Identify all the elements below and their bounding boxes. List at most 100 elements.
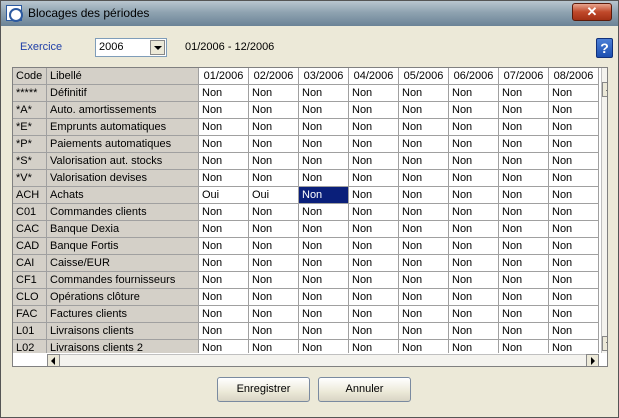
lock-cell[interactable]: Non — [499, 323, 549, 340]
lock-cell[interactable]: Non — [199, 289, 249, 306]
lock-cell[interactable]: Non — [449, 204, 499, 221]
lock-cell[interactable]: Non — [549, 85, 599, 102]
lock-cell[interactable]: Non — [399, 238, 449, 255]
save-button[interactable]: Enregistrer — [217, 377, 310, 402]
lock-cell[interactable]: Non — [549, 102, 599, 119]
lock-cell[interactable]: Non — [249, 323, 299, 340]
lock-cell[interactable]: Non — [299, 323, 349, 340]
lock-cell[interactable]: Non — [399, 221, 449, 238]
lock-cell[interactable]: Non — [349, 255, 399, 272]
lock-cell[interactable]: Non — [449, 272, 499, 289]
lock-cell[interactable]: Non — [399, 119, 449, 136]
lock-cell[interactable]: Non — [199, 306, 249, 323]
lock-cell[interactable]: Non — [499, 221, 549, 238]
lock-cell[interactable]: Non — [399, 85, 449, 102]
vertical-scrollbar[interactable] — [601, 68, 607, 353]
scroll-left-icon[interactable] — [47, 354, 60, 366]
close-button[interactable]: ✕ — [572, 3, 612, 21]
lock-cell[interactable]: Non — [449, 102, 499, 119]
lock-cell[interactable]: Non — [399, 204, 449, 221]
lock-cell[interactable]: Non — [249, 85, 299, 102]
lock-cell[interactable]: Non — [249, 255, 299, 272]
help-icon[interactable]: ? — [596, 38, 613, 58]
lock-cell[interactable]: Non — [199, 340, 249, 353]
lock-cell[interactable]: Non — [249, 136, 299, 153]
horizontal-scrollbar[interactable] — [47, 354, 599, 366]
scroll-down-icon[interactable] — [602, 336, 607, 351]
lock-cell[interactable]: Non — [399, 306, 449, 323]
lock-cell[interactable]: Non — [499, 153, 549, 170]
lock-cell[interactable]: Non — [549, 221, 599, 238]
lock-cell[interactable]: Non — [249, 153, 299, 170]
lock-cell[interactable]: Non — [349, 289, 399, 306]
lock-cell[interactable]: Non — [499, 102, 549, 119]
lock-cell[interactable]: Non — [549, 170, 599, 187]
lock-cell[interactable]: Non — [449, 153, 499, 170]
lock-cell[interactable]: Non — [499, 306, 549, 323]
lock-cell[interactable]: Non — [199, 221, 249, 238]
lock-cell[interactable]: Non — [349, 102, 399, 119]
lock-cell[interactable]: Non — [549, 119, 599, 136]
lock-cell[interactable]: Non — [249, 170, 299, 187]
lock-cell[interactable]: Non — [499, 85, 549, 102]
lock-cell[interactable]: Non — [399, 272, 449, 289]
lock-cell[interactable]: Non — [199, 204, 249, 221]
lock-cell[interactable]: Non — [449, 306, 499, 323]
lock-cell[interactable]: Non — [299, 136, 349, 153]
title-bar[interactable]: Blocages des périodes ✕ — [1, 1, 618, 26]
lock-cell[interactable]: Non — [449, 340, 499, 353]
lock-cell[interactable]: Non — [349, 306, 399, 323]
lock-cell[interactable]: Non — [299, 119, 349, 136]
lock-cell[interactable]: Non — [349, 221, 399, 238]
lock-cell[interactable]: Non — [349, 340, 399, 353]
lock-cell[interactable]: Non — [349, 323, 399, 340]
lock-cell[interactable]: Non — [399, 323, 449, 340]
scroll-up-icon[interactable] — [602, 82, 607, 97]
lock-cell[interactable]: Non — [549, 238, 599, 255]
lock-cell[interactable]: Non — [349, 153, 399, 170]
lock-cell[interactable]: Non — [299, 340, 349, 353]
lock-cell[interactable]: Non — [449, 323, 499, 340]
lock-cell[interactable]: Non — [349, 272, 399, 289]
lock-cell[interactable]: Non — [549, 289, 599, 306]
lock-cell[interactable]: Non — [299, 306, 349, 323]
lock-cell[interactable]: Non — [549, 340, 599, 353]
lock-cell[interactable]: Non — [199, 102, 249, 119]
lock-cell[interactable]: Non — [199, 255, 249, 272]
lock-cell[interactable]: Non — [299, 170, 349, 187]
lock-cell[interactable]: Non — [499, 204, 549, 221]
lock-cell[interactable]: Non — [549, 153, 599, 170]
lock-cell[interactable]: Non — [199, 272, 249, 289]
lock-cell[interactable]: Non — [249, 289, 299, 306]
lock-cell[interactable]: Non — [499, 119, 549, 136]
lock-cell[interactable]: Non — [449, 136, 499, 153]
lock-cell[interactable]: Non — [399, 136, 449, 153]
lock-cell[interactable]: Non — [299, 289, 349, 306]
lock-cell[interactable]: Non — [249, 119, 299, 136]
lock-cell[interactable]: Non — [349, 119, 399, 136]
lock-cell[interactable]: Non — [499, 238, 549, 255]
lock-cell[interactable]: Non — [199, 85, 249, 102]
lock-cell[interactable]: Non — [449, 238, 499, 255]
lock-cell[interactable]: Non — [549, 136, 599, 153]
lock-cell[interactable]: Non — [199, 119, 249, 136]
lock-cell[interactable]: Non — [399, 170, 449, 187]
lock-cell[interactable]: Non — [449, 170, 499, 187]
lock-cell[interactable]: Non — [299, 204, 349, 221]
lock-cell[interactable]: Non — [349, 238, 399, 255]
lock-cell[interactable]: Non — [549, 204, 599, 221]
lock-cell[interactable]: Non — [249, 204, 299, 221]
lock-cell[interactable]: Non — [199, 170, 249, 187]
lock-cell[interactable]: Non — [299, 153, 349, 170]
lock-cell[interactable]: Non — [549, 255, 599, 272]
lock-cell[interactable]: Non — [249, 340, 299, 353]
lock-cell[interactable]: Non — [499, 187, 549, 204]
lock-cell[interactable]: Non — [399, 102, 449, 119]
lock-cell[interactable]: Non — [549, 306, 599, 323]
lock-cell[interactable]: Non — [299, 102, 349, 119]
cancel-button[interactable]: Annuler — [318, 377, 411, 402]
lock-cell[interactable]: Oui — [249, 187, 299, 204]
lock-cell[interactable]: Non — [549, 272, 599, 289]
lock-cell[interactable]: Non — [499, 289, 549, 306]
lock-cell[interactable]: Non — [349, 187, 399, 204]
